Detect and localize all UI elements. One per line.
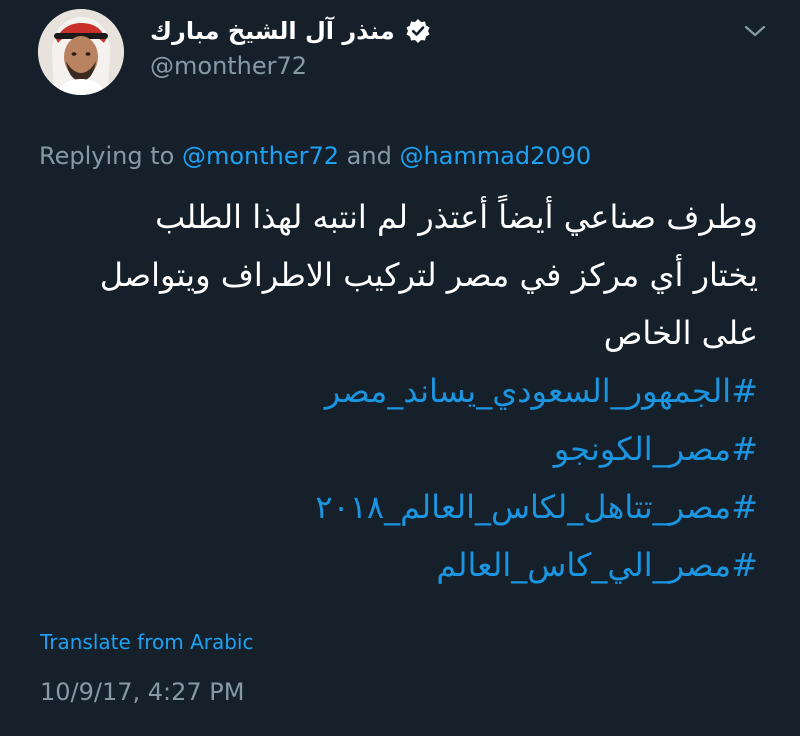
tweet-line: على الخاص	[603, 314, 758, 352]
tweet-line: يختار أي مركز في مصر لتركيب الاطراف ويتو…	[99, 256, 758, 294]
translate-link[interactable]: Translate from Arabic	[40, 630, 253, 654]
tweet-body: وطرف صناعي أيضاً أعتذر لم انتبه لهذا الط…	[38, 188, 758, 594]
display-name[interactable]: منذر آل الشيخ مبارك	[150, 17, 395, 45]
author-row: منذر آل الشيخ مبارك	[150, 14, 431, 48]
replying-to-prefix: Replying to	[39, 142, 175, 170]
mention-link-1[interactable]: @monther72	[182, 142, 339, 170]
hashtag-link[interactable]: #مصر_الي_كاس_العالم	[38, 536, 758, 594]
timestamp[interactable]: 10/9/17, 4:27 PM	[40, 678, 244, 706]
hashtag-link[interactable]: #مصر_الكونجو	[38, 420, 758, 478]
verified-badge-icon	[406, 19, 430, 43]
replying-to-joiner: and	[346, 142, 392, 170]
tweet-line: وطرف صناعي أيضاً أعتذر لم انتبه لهذا الط…	[155, 198, 758, 236]
avatar[interactable]	[38, 9, 124, 95]
chevron-down-icon[interactable]	[744, 24, 766, 38]
replying-to: Replying to @monther72 and @hammad2090	[39, 142, 591, 170]
hashtag-link[interactable]: #الجمهور_السعودي_يساند_مصر	[38, 362, 758, 420]
profile-photo-icon	[38, 9, 124, 95]
mention-link-2[interactable]: @hammad2090	[399, 142, 591, 170]
hashtag-link[interactable]: #مصر_تتاهل_لكاس_العالم_٢٠١٨	[38, 478, 758, 536]
author-handle[interactable]: @monther72	[150, 52, 307, 80]
